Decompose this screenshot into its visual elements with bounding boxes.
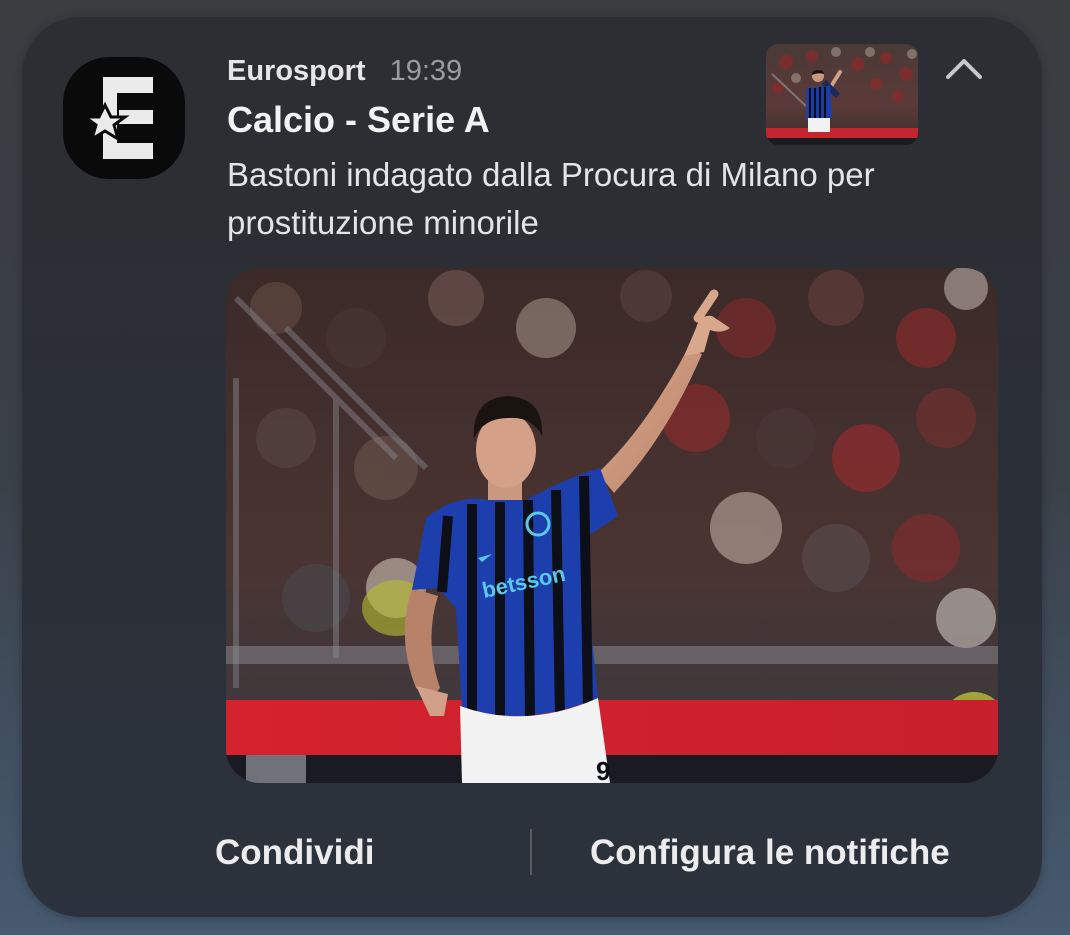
notification-thumbnail xyxy=(766,44,918,145)
chevron-up-icon xyxy=(946,59,982,79)
notification-card[interactable]: Eurosport 19:39 Calcio - Serie A Bastoni… xyxy=(22,17,1042,917)
eurosport-logo-icon xyxy=(63,57,185,179)
notification-image[interactable]: betsson 9 xyxy=(226,268,998,783)
share-button[interactable]: Condividi xyxy=(215,823,374,883)
notification-title: Calcio - Serie A xyxy=(227,99,490,140)
svg-text:9: 9 xyxy=(596,756,610,783)
app-name: Eurosport xyxy=(227,54,366,87)
collapse-button[interactable] xyxy=(940,49,988,89)
actions-divider xyxy=(530,829,532,875)
notification-header: Eurosport 19:39 xyxy=(227,51,462,91)
notification-time: 19:39 xyxy=(389,54,463,87)
configure-notifications-button[interactable]: Configura le notifiche xyxy=(590,823,950,883)
notification-body: Bastoni indagato dalla Procura di Milano… xyxy=(227,156,875,241)
notification-actions: Condividi Configura le notifiche xyxy=(22,823,1042,883)
